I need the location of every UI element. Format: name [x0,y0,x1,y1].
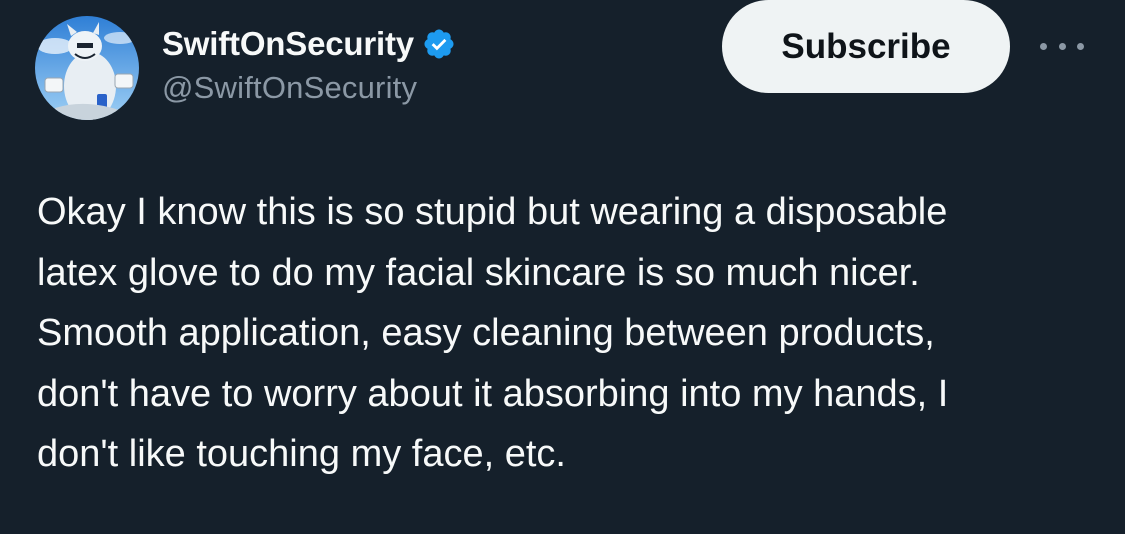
tweet-text-line: latex glove to do my facial skincare is … [37,251,920,294]
name-row: SwiftOnSecurity [162,22,456,66]
avatar-image-icon [35,16,139,120]
more-dot [1040,42,1047,50]
more-options-icon[interactable] [1040,34,1084,58]
verified-badge-icon [422,27,456,61]
tweet-card: SwiftOnSecurity @SwiftOnSecurity Subscri… [0,0,1125,534]
tweet-text: Okay I know this is so stupid but wearin… [37,182,1107,485]
more-dot [1058,42,1066,50]
avatar[interactable] [35,16,139,120]
author-info: SwiftOnSecurity @SwiftOnSecurity [162,22,456,106]
tweet-text-line: Smooth application, easy cleaning betwee… [37,312,935,354]
author-handle[interactable]: @SwiftOnSecurity [162,70,456,106]
tweet-text-line: don't like touching my face, etc. [37,433,566,475]
more-dot [1077,42,1084,50]
tweet-text-line: don't have to worry about it absorbing i… [37,372,949,415]
subscribe-button[interactable]: Subscribe [722,0,1010,93]
display-name[interactable]: SwiftOnSecurity [162,25,414,63]
tweet-text-line: Okay I know this is so stupid but wearin… [37,191,948,233]
